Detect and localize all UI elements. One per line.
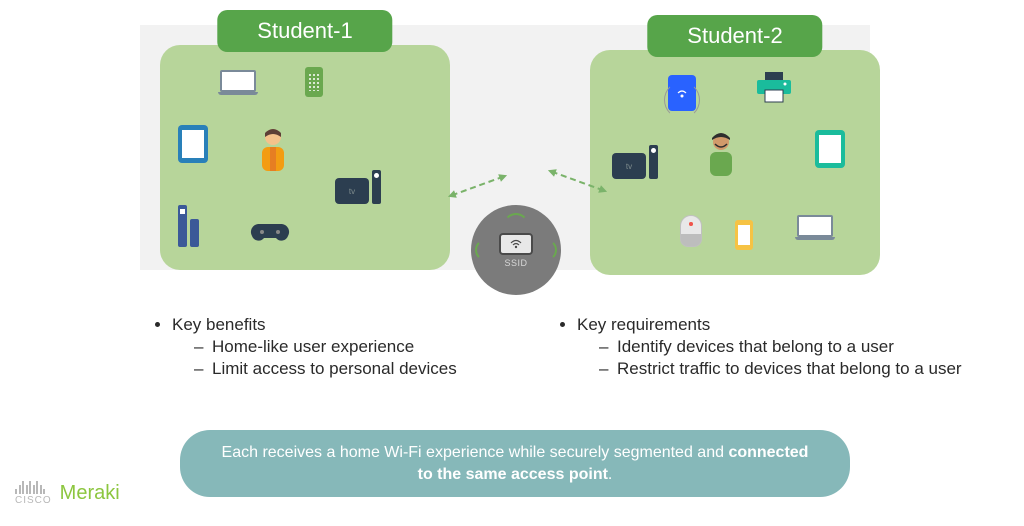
- cisco-meraki-logo: CISCO Meraki: [15, 480, 120, 506]
- requirements-list: Key requirements Identify devices that b…: [555, 315, 1005, 383]
- meraki-text: Meraki: [60, 482, 120, 505]
- requirements-title: Key requirements: [577, 315, 710, 334]
- student-1-box: Student-1 tv: [160, 45, 450, 270]
- wifi-signal-icon: [503, 213, 529, 239]
- benefit-item: Home-like user experience: [194, 337, 530, 357]
- streaming-stick-icon: [178, 205, 199, 247]
- smart-speaker-icon: [680, 215, 702, 247]
- wifi-device-icon: [668, 75, 696, 111]
- tv-box-icon: tv: [612, 145, 658, 179]
- laptop-icon: [218, 70, 258, 96]
- student-2-box: Student-2 tv: [590, 50, 880, 275]
- student-1-label: Student-1: [217, 10, 392, 52]
- wifi-signal-icon: [535, 239, 557, 261]
- smartphone-icon: [305, 67, 323, 97]
- benefits-list: Key benefits Home-like user experience L…: [150, 315, 530, 383]
- smartphone-icon: [735, 220, 753, 250]
- tablet-icon: [178, 125, 208, 163]
- student-avatar-icon: [252, 125, 294, 173]
- cisco-text: CISCO: [15, 495, 52, 506]
- banner-text-suffix: .: [608, 466, 612, 483]
- printer-icon: [755, 72, 793, 109]
- wifi-signal-icon: [475, 239, 497, 261]
- requirement-item: Restrict traffic to devices that belong …: [599, 359, 1005, 379]
- laptop-icon: [795, 215, 835, 241]
- benefits-title: Key benefits: [172, 315, 266, 334]
- tv-box-icon: tv: [335, 170, 381, 204]
- banner-text-prefix: Each receives a home Wi-Fi experience wh…: [222, 444, 729, 461]
- student-2-label: Student-2: [647, 15, 822, 57]
- ssid-label: SSID: [504, 258, 527, 268]
- game-controller-icon: [250, 220, 290, 253]
- access-point-circle: SSID: [471, 205, 561, 295]
- tablet-icon: [815, 130, 845, 168]
- benefit-item: Limit access to personal devices: [194, 359, 530, 379]
- summary-banner: Each receives a home Wi-Fi experience wh…: [180, 430, 850, 497]
- cisco-bars-icon: [15, 480, 52, 494]
- student-avatar-icon: [700, 130, 742, 178]
- requirement-item: Identify devices that belong to a user: [599, 337, 1005, 357]
